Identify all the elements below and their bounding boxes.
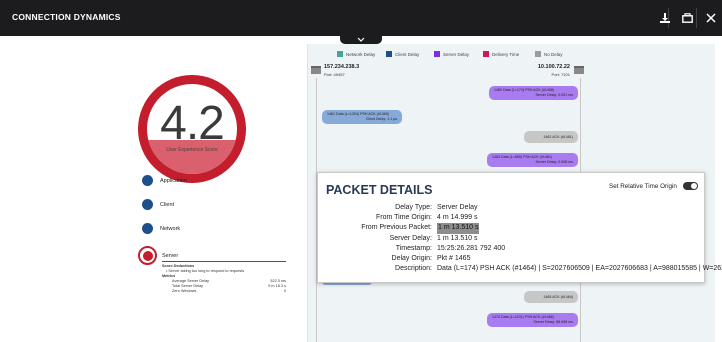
server-ip: 10.100.72.22	[537, 64, 570, 70]
legend-swatch	[337, 51, 343, 57]
score-value: 4.2	[160, 97, 225, 150]
category-server-label: Server	[162, 253, 286, 262]
user-experience-score-gauge: 4.2 User Experience Score	[138, 75, 246, 183]
client-ip: 157.234.238.3	[324, 64, 360, 70]
category-application[interactable]: Application	[142, 175, 187, 186]
toggle-knob	[691, 183, 697, 189]
window-title: CONNECTION DYNAMICS	[12, 12, 121, 22]
server-port: Port: 7101	[551, 72, 570, 77]
packet-bubble[interactable]: 1463 Data (L=855) PSH ACK (#1461) Server…	[487, 153, 578, 167]
server-icon	[574, 66, 584, 74]
legend-item-network-delay: Network Delay	[337, 51, 375, 57]
detail-row-server-delay: Server Delay: 1 m 13.510 s	[389, 234, 478, 242]
detail-row-from-previous-packet: From Previous Packet: 1 m 13.510 s	[324, 223, 722, 234]
chevron-down-icon	[357, 37, 365, 42]
relative-time-origin-label: Set Relative Time Origin	[609, 183, 677, 190]
packet-bubble[interactable]: 1465 ACK (#1464)	[524, 291, 578, 303]
close-icon[interactable]	[702, 9, 720, 27]
download-icon[interactable]	[656, 9, 674, 27]
client-host: 157.234.238.3 Port: 49457	[324, 64, 359, 78]
legend-item-client-delay: Client Delay	[386, 51, 419, 57]
detail-row-description: Description: Data (L=174) PSH ACK (#1464)…	[395, 265, 722, 273]
detail-row-delay-origin[interactable]: Delay Origin: Pkt # 1465	[324, 254, 722, 264]
relative-time-origin-toggle[interactable]	[683, 182, 698, 190]
score-caption: User Experience Score	[166, 147, 218, 153]
category-dot	[142, 175, 153, 186]
legend-item-server-delay: Server Delay	[434, 51, 469, 57]
packet-bubble[interactable]: 1460 Data (L=174) PSH ACK (#1458) Server…	[489, 86, 578, 100]
packet-details-list: Delay Type: Server Delay From Time Origin…	[324, 203, 722, 274]
legend-swatch	[483, 51, 489, 57]
category-server-dot[interactable]	[138, 246, 157, 265]
packet-bubble[interactable]: 1461 Data (L=1304) PSH ACK (#1460) Clien…	[322, 110, 402, 124]
category-dot	[142, 250, 153, 261]
dialog-title: PACKET DETAILS	[326, 183, 433, 197]
legend-swatch	[535, 51, 541, 57]
packet-bubble[interactable]: 1470 Data (L=1101) PSH ACK (#1466) Serve…	[487, 313, 578, 327]
server-details: Server Score Deductions • Server taking …	[162, 253, 286, 294]
packet-bubble[interactable]: 1462 ACK (#1461)	[524, 131, 578, 143]
legend-swatch	[434, 51, 440, 57]
metric-row: Zero Windows 0	[172, 289, 286, 293]
detail-row-timestamp: Timestamp: 15:25:26.281 792 400	[395, 244, 506, 252]
category-dot	[142, 223, 153, 234]
legend-swatch	[386, 51, 392, 57]
legend-item-delivery-time: Delivery Time	[483, 51, 519, 57]
category-client[interactable]: Client	[142, 199, 174, 210]
gauge-inner: 4.2 User Experience Score	[147, 84, 237, 174]
legend-item-no-delay: No Delay	[535, 51, 563, 57]
category-dot	[142, 199, 153, 210]
detail-row-delay-type: Delay Type: Server Delay	[395, 204, 478, 211]
server-icon	[311, 66, 321, 74]
category-network[interactable]: Network	[142, 223, 180, 234]
server-host: 10.100.72.22 Port: 7101	[530, 64, 570, 78]
packet-details-dialog: PACKET DETAILS Set Relative Time Origin …	[317, 172, 722, 283]
client-port: Port: 49457	[324, 72, 345, 77]
detail-row-from-time-origin: From Time Origin: 4 m 14.999 s	[375, 214, 478, 222]
collapse-button[interactable]	[340, 34, 382, 44]
toolbar-divider	[696, 8, 697, 28]
title-bar: CONNECTION DYNAMICS	[0, 0, 722, 36]
window-icon[interactable]	[678, 9, 696, 27]
